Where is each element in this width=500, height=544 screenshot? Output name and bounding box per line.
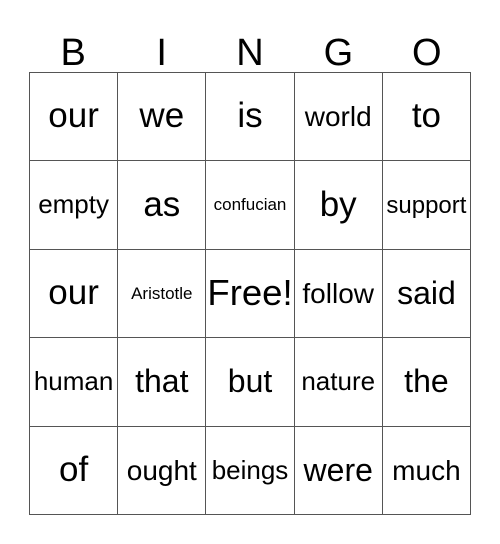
- header-cell-o: O: [383, 24, 471, 72]
- bingo-cell-label: were: [303, 451, 373, 488]
- bingo-cell[interactable]: that: [118, 338, 207, 427]
- bingo-cell[interactable]: as: [118, 161, 207, 250]
- bingo-cell[interactable]: human: [30, 338, 119, 427]
- bingo-row: human that but nature the: [30, 338, 472, 427]
- bingo-cell[interactable]: ought: [118, 426, 207, 516]
- bingo-cell[interactable]: world: [294, 73, 383, 162]
- bingo-cell-label: as: [143, 184, 181, 224]
- bingo-cell-label: is: [237, 96, 263, 136]
- bingo-cell[interactable]: empty: [30, 161, 119, 250]
- bingo-cell-label: the: [404, 363, 449, 400]
- bingo-row: our Aristotle Free! follow said: [30, 249, 472, 339]
- header-cell-b: B: [29, 24, 117, 72]
- header-letter-i: I: [156, 32, 167, 74]
- bingo-free-space-label: Free!: [207, 272, 293, 314]
- bingo-cell[interactable]: is: [206, 73, 295, 162]
- bingo-cell[interactable]: follow: [294, 249, 383, 339]
- bingo-cell[interactable]: but: [206, 338, 295, 427]
- bingo-cell-label: of: [59, 449, 89, 489]
- header-letter-n: N: [236, 32, 264, 74]
- header-letter-o: O: [412, 32, 442, 74]
- bingo-header: B I N G O: [29, 24, 471, 72]
- header-cell-g: G: [294, 24, 382, 72]
- bingo-cell-label: but: [227, 363, 273, 400]
- bingo-cell-label: beings: [211, 454, 289, 485]
- bingo-cell[interactable]: our: [30, 73, 119, 162]
- header-letter-b: B: [60, 32, 86, 74]
- bingo-cell-label: that: [135, 363, 189, 400]
- bingo-row: our we is world to: [30, 73, 472, 162]
- bingo-cell-label: ought: [126, 454, 197, 486]
- bingo-cell-label: much: [392, 454, 461, 486]
- bingo-cell-label: support: [386, 191, 467, 219]
- bingo-cell-label: Aristotle: [131, 283, 193, 303]
- bingo-cell[interactable]: of: [30, 426, 119, 516]
- bingo-cell[interactable]: the: [382, 338, 472, 427]
- bingo-cell-label: said: [397, 274, 456, 311]
- bingo-cell[interactable]: were: [294, 426, 383, 516]
- bingo-cell[interactable]: we: [118, 73, 207, 162]
- bingo-cell[interactable]: Aristotle: [118, 249, 207, 339]
- bingo-cell-label: our: [48, 96, 99, 136]
- bingo-cell[interactable]: our: [30, 249, 119, 339]
- bingo-cell-label: human: [33, 366, 114, 397]
- bingo-cell[interactable]: confucian: [206, 161, 295, 250]
- bingo-free-space-cell[interactable]: Free!: [206, 249, 295, 339]
- bingo-grid: our we is world to empty as confucian by support o…: [29, 72, 472, 516]
- bingo-cell-label: empty: [38, 189, 109, 220]
- bingo-cell[interactable]: beings: [206, 426, 295, 516]
- bingo-cell-label: confucian: [213, 195, 287, 215]
- bingo-cell[interactable]: nature: [294, 338, 383, 427]
- bingo-cell-label: we: [139, 96, 185, 136]
- bingo-row: empty as confucian by support: [30, 161, 472, 250]
- bingo-cell[interactable]: said: [382, 249, 472, 339]
- bingo-cell[interactable]: by: [294, 161, 383, 250]
- bingo-cell[interactable]: to: [382, 73, 472, 162]
- bingo-cell-label: our: [48, 273, 99, 313]
- header-cell-i: I: [117, 24, 205, 72]
- bingo-cell-label: to: [411, 96, 442, 136]
- bingo-cell-label: nature: [301, 366, 376, 397]
- header-cell-n: N: [206, 24, 294, 72]
- bingo-cell-label: world: [304, 101, 372, 132]
- bingo-cell[interactable]: much: [382, 426, 472, 516]
- bingo-card: B I N G O our we is world to empty as confucian…: [0, 0, 500, 544]
- header-letter-g: G: [323, 32, 354, 74]
- bingo-row: of ought beings were much: [30, 426, 472, 516]
- bingo-cell[interactable]: support: [382, 161, 472, 250]
- bingo-cell-label: by: [319, 184, 357, 224]
- bingo-cell-label: follow: [302, 277, 374, 309]
